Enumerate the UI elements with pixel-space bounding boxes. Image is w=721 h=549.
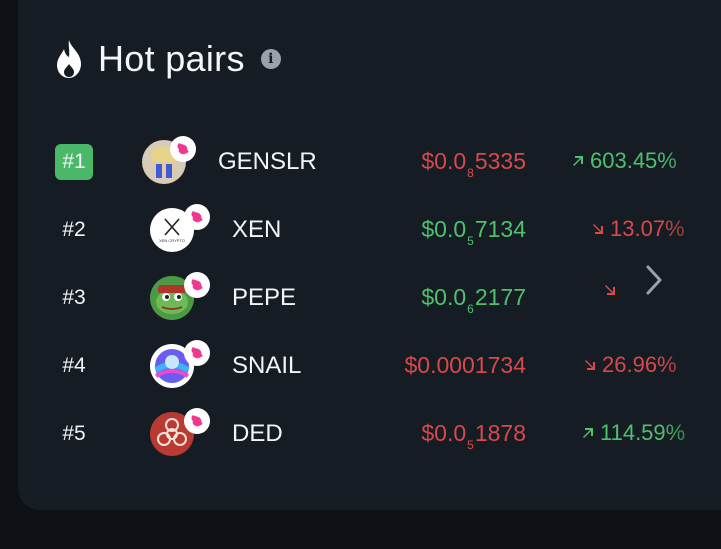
hot-pairs-header: Hot pairs i — [54, 34, 281, 84]
price-zero-count: 5 — [467, 438, 474, 452]
rank-label: #4 — [62, 354, 86, 377]
price-prefix: $0.0 — [421, 216, 467, 242]
change-value: 603.45% — [590, 148, 677, 173]
uniswap-badge-icon — [184, 272, 210, 298]
pair-price: $0.062177 — [286, 284, 526, 316]
price-zero-count: 5 — [467, 234, 474, 248]
page-title: Hot pairs — [98, 38, 245, 79]
change-value: 114.59% — [600, 420, 686, 445]
pair-price: $0.057134 — [286, 216, 526, 248]
price-digits: 7134 — [474, 216, 526, 242]
pair-row[interactable]: #1 GENSLR $0.085335 603.45% — [0, 132, 721, 192]
pair-price: $0.0001734 — [286, 352, 526, 379]
pair-change — [604, 284, 622, 296]
arrow-up-right-icon — [573, 156, 583, 166]
price-prefix: $0.0001734 — [404, 352, 526, 378]
pair-change: 26.96% — [584, 352, 677, 378]
price-prefix: $0.0 — [421, 284, 467, 310]
xen-logo-text: XEN CRYPTO — [159, 238, 185, 243]
rank-label: #3 — [62, 286, 86, 309]
pair-change: 603.45% — [572, 148, 677, 174]
rank-label: #5 — [62, 422, 86, 445]
chevron-right-icon — [646, 265, 662, 295]
flame-icon — [57, 40, 81, 78]
arrow-down-right-icon — [585, 360, 595, 370]
uniswap-badge-icon — [184, 408, 210, 434]
pair-change: 13.07% — [592, 216, 685, 242]
arrow-down-right-icon — [605, 285, 615, 295]
pair-price: $0.085335 — [286, 148, 526, 180]
rank-label: #1 — [55, 144, 93, 180]
pair-change: 114.59% — [582, 420, 685, 446]
price-zero-count: 6 — [467, 302, 474, 316]
rank-label: #2 — [62, 218, 86, 241]
arrow-up-right-icon — [583, 428, 593, 438]
price-digits: 5335 — [474, 148, 526, 174]
pair-row[interactable]: #5 DED $0.051878 114.59% — [0, 404, 721, 464]
uniswap-badge-icon — [184, 204, 210, 230]
change-value: 13.07% — [610, 216, 685, 241]
pair-row[interactable]: #4 SNAIL $0.0001734 26.96% — [0, 336, 721, 396]
pair-symbol: XEN — [232, 216, 282, 243]
pair-symbol: DED — [232, 420, 283, 447]
change-value: 26.96% — [602, 352, 677, 377]
price-digits: 2177 — [474, 284, 526, 310]
pair-row[interactable]: #3 PEPE $0.062177 — [0, 268, 721, 328]
price-digits: 1878 — [474, 420, 526, 446]
arrow-down-right-icon — [593, 224, 603, 234]
price-prefix: $0.0 — [421, 148, 467, 174]
next-page-button[interactable] — [636, 258, 672, 302]
uniswap-badge-icon — [170, 136, 196, 162]
price-zero-count: 8 — [467, 166, 474, 180]
info-icon[interactable]: i — [260, 49, 281, 69]
pair-price: $0.051878 — [286, 420, 526, 452]
uniswap-badge-icon — [184, 340, 210, 366]
price-prefix: $0.0 — [421, 420, 467, 446]
pair-row[interactable]: #2 XEN CRYPTO XEN $0.057134 13.07% — [0, 200, 721, 260]
